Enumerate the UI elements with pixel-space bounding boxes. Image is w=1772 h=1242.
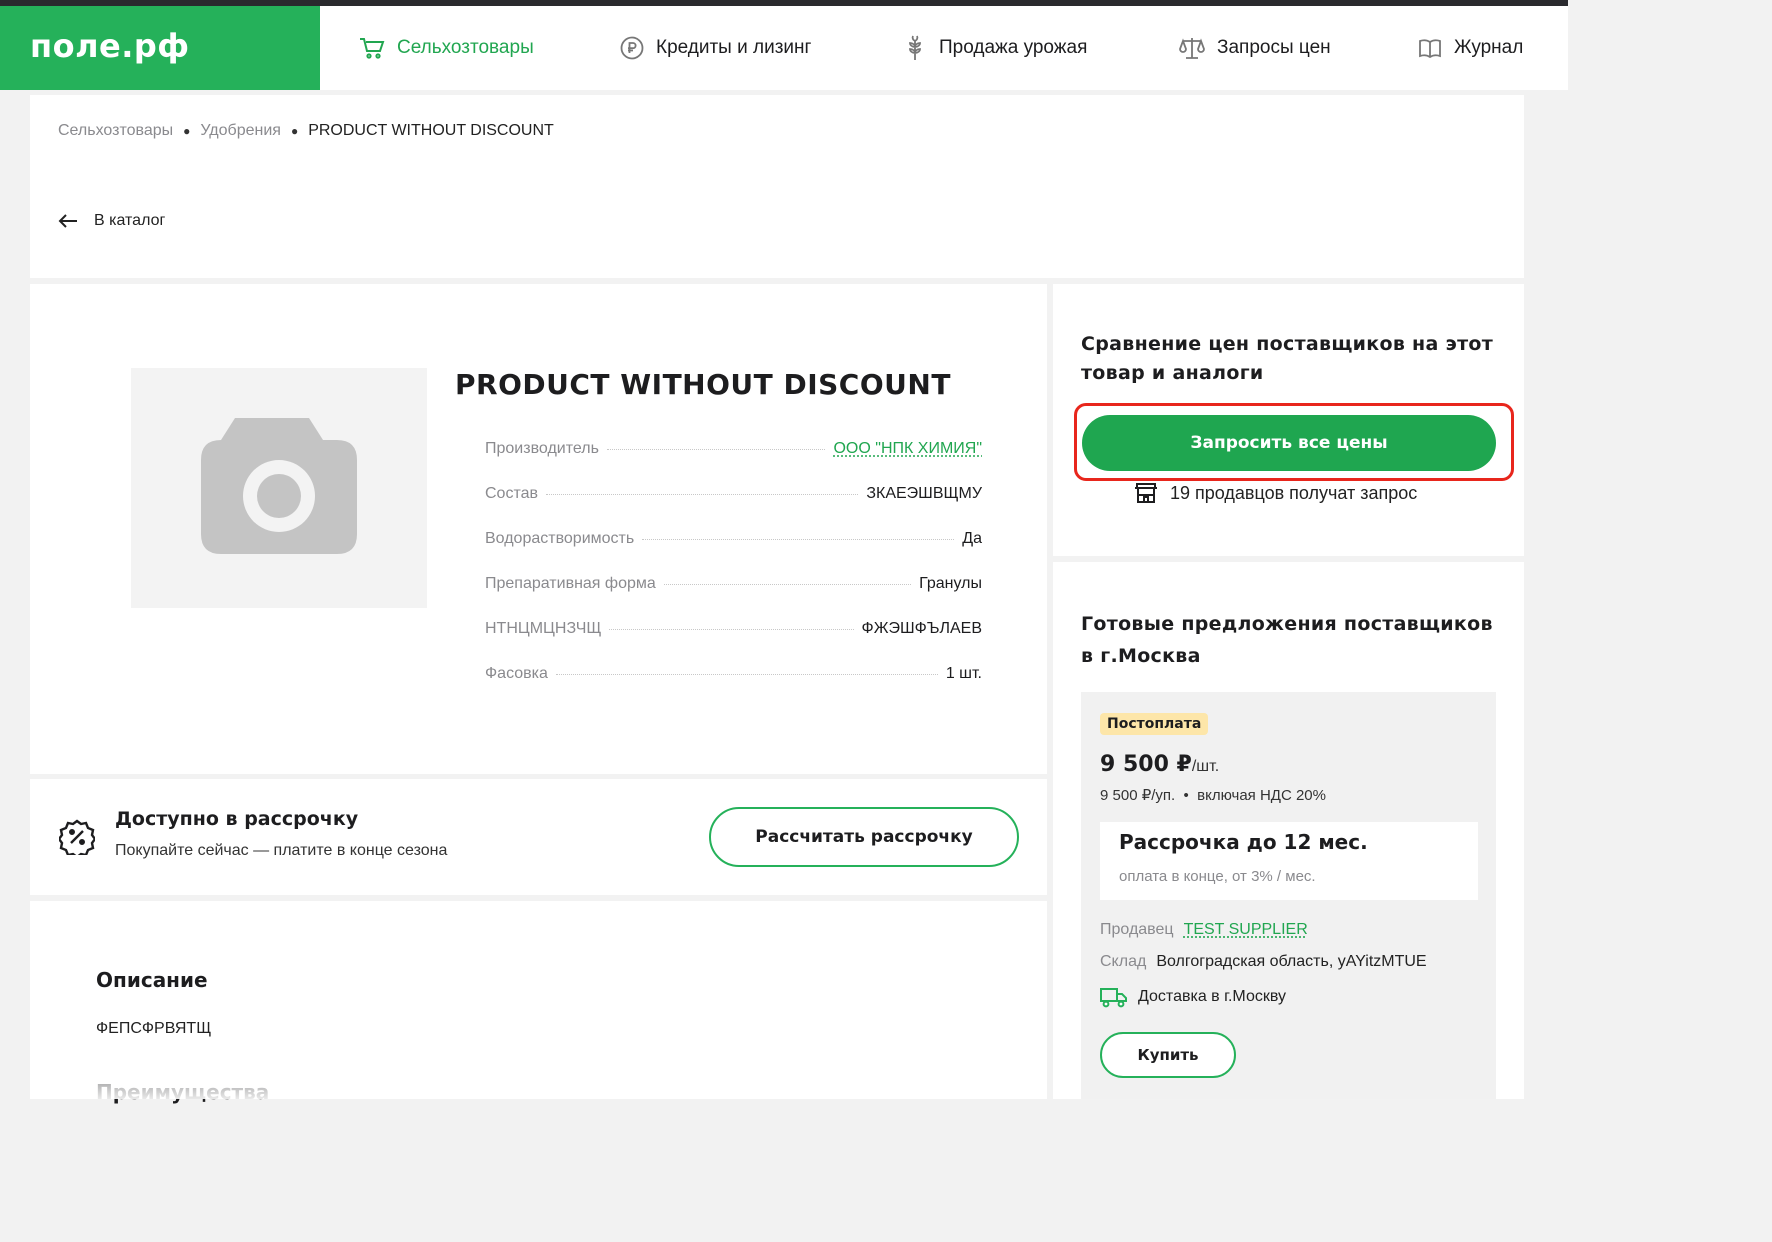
manufacturer-link[interactable]: ООО "НПК ХИМИЯ" [833,440,982,458]
dotted-leader [663,584,912,585]
sellers-note-text: 19 продавцов получат запрос [1170,482,1418,503]
breadcrumb: Сельхозтовары ● Удобрения ● PRODUCT WITH… [58,122,554,140]
nav-item-agro-goods[interactable]: Сельхозтовары [359,6,534,90]
arrow-left-icon [58,214,77,228]
product-photo-placeholder [131,368,427,608]
property-key: Водорастворимость [485,530,635,547]
nav-item-price-requests[interactable]: Запросы цен [1179,6,1331,90]
sellers-note: 19 продавцов получат запрос [1134,482,1417,504]
offer-delivery: Доставка в г.Москву [1100,986,1286,1008]
breadcrumb-current: PRODUCT WITHOUT DISCOUNT [308,122,554,139]
back-to-catalog-link[interactable]: В каталог [58,212,165,230]
product-title: PRODUCT WITHOUT DISCOUNT [455,368,951,401]
dotted-leader [642,539,955,540]
offer-seller-row: Продавец TEST SUPPLIER [1100,921,1308,939]
property-key: Фасовка [485,665,548,682]
property-value: ФЖЭШФЪЛАЕВ [861,620,982,637]
property-value: 1 шт. [945,665,982,682]
dotted-leader [555,674,938,675]
property-key: Состав [485,485,538,502]
wheat-icon [909,35,921,60]
offer-installment-subtitle: оплата в конце, от 3% / мес. [1119,868,1316,885]
property-row: Состав ЗКАЕЭШВЩМУ [485,485,982,530]
seller-label: Продавец [1100,921,1174,938]
property-value: ЗКАЕЭШВЩМУ [866,485,982,502]
nav-label: Запросы цен [1217,37,1331,58]
postpay-badge: Постоплата [1100,713,1209,735]
delivery-truck-icon [1100,988,1127,1008]
nav-label: Кредиты и лизинг [656,37,812,58]
price-value: 9 500 ₽ [1100,752,1192,777]
price-unit: /шт. [1191,758,1220,775]
product-properties: Производитель ООО "НПК ХИМИЯ" Состав ЗКА… [485,440,982,710]
price-details: 9 500 ₽/уп. • включая НДС 20% [1100,787,1326,804]
book-icon [1419,39,1441,58]
property-value: Да [962,530,982,547]
cart-icon [360,38,385,59]
dotted-leader [606,449,826,450]
installment-subtitle: Покупайте сейчас — платите в конце сезон… [115,842,448,859]
request-all-prices-button[interactable]: Запросить все цены [1082,415,1496,471]
advantages-heading: Преимущества [96,1080,270,1104]
dotted-leader [546,494,859,495]
nav-item-credits[interactable]: Кредиты и лизинг [620,6,811,90]
property-key: Препаративная форма [485,575,656,592]
nav-item-harvest-sale[interactable]: Продажа урожая [903,6,1087,90]
store-icon [1135,483,1157,503]
description-heading: Описание [96,968,208,992]
site-header: поле.рф Сельхозтовары Кредиты и лизинг П… [0,6,1568,90]
site-logo[interactable]: поле.рф [0,6,320,90]
price-compare-title: Сравнение цен поставщиков на этот товар … [1081,333,1494,384]
description-card [30,901,1047,1099]
percent-badge-icon [59,819,95,855]
installment-title: Доступно в рассрочку [115,808,359,830]
property-key: Производитель [485,440,599,457]
property-key: НТНЦМЦНЗЧЩ [485,620,602,637]
property-row: НТНЦМЦНЗЧЩ ФЖЭШФЪЛАЕВ [485,620,982,665]
seller-link[interactable]: TEST SUPPLIER [1184,921,1308,939]
ruble-icon [620,36,644,60]
calculate-installment-button[interactable]: Рассчитать рассрочку [709,807,1019,867]
warehouse-value: Волгоградская область, yAYitzMTUE [1156,953,1427,970]
property-row: Препаративная форма Гранулы [485,575,982,620]
breadcrumb-item[interactable]: Удобрения [200,122,281,140]
breadcrumb-separator: ● [183,124,191,138]
nav-label: Сельхозтовары [397,37,534,58]
offers-title: Готовые предложения поставщиков в г.Моск… [1081,613,1493,667]
dotted-leader [609,629,854,630]
property-row: Водорастворимость Да [485,530,982,575]
property-row: Производитель ООО "НПК ХИМИЯ" [485,440,982,485]
back-label: В каталог [94,212,166,229]
scales-icon [1179,38,1205,59]
camera-icon [201,418,357,554]
breadcrumb-separator: ● [290,124,299,138]
property-row: Фасовка 1 шт. [485,665,982,710]
property-value: Гранулы [919,575,982,592]
offer-installment-title: Рассрочка до 12 мес. [1119,830,1368,854]
delivery-text: Доставка в г.Москву [1138,988,1286,1005]
buy-button[interactable]: Купить [1100,1032,1236,1078]
warehouse-label: Склад [1100,953,1147,970]
breadcrumb-item[interactable]: Сельхозтовары [58,122,173,140]
offer-price: 9 500 ₽/шт. [1100,752,1219,777]
nav-item-journal[interactable]: Журнал [1418,6,1523,90]
offer-warehouse-row: Склад Волгоградская область, yAYitzMTUE [1100,953,1427,971]
nav-label: Продажа урожая [939,37,1088,58]
nav-label: Журнал [1454,37,1524,58]
description-text: ФЕПСФРВЯТЩ [96,1020,212,1037]
